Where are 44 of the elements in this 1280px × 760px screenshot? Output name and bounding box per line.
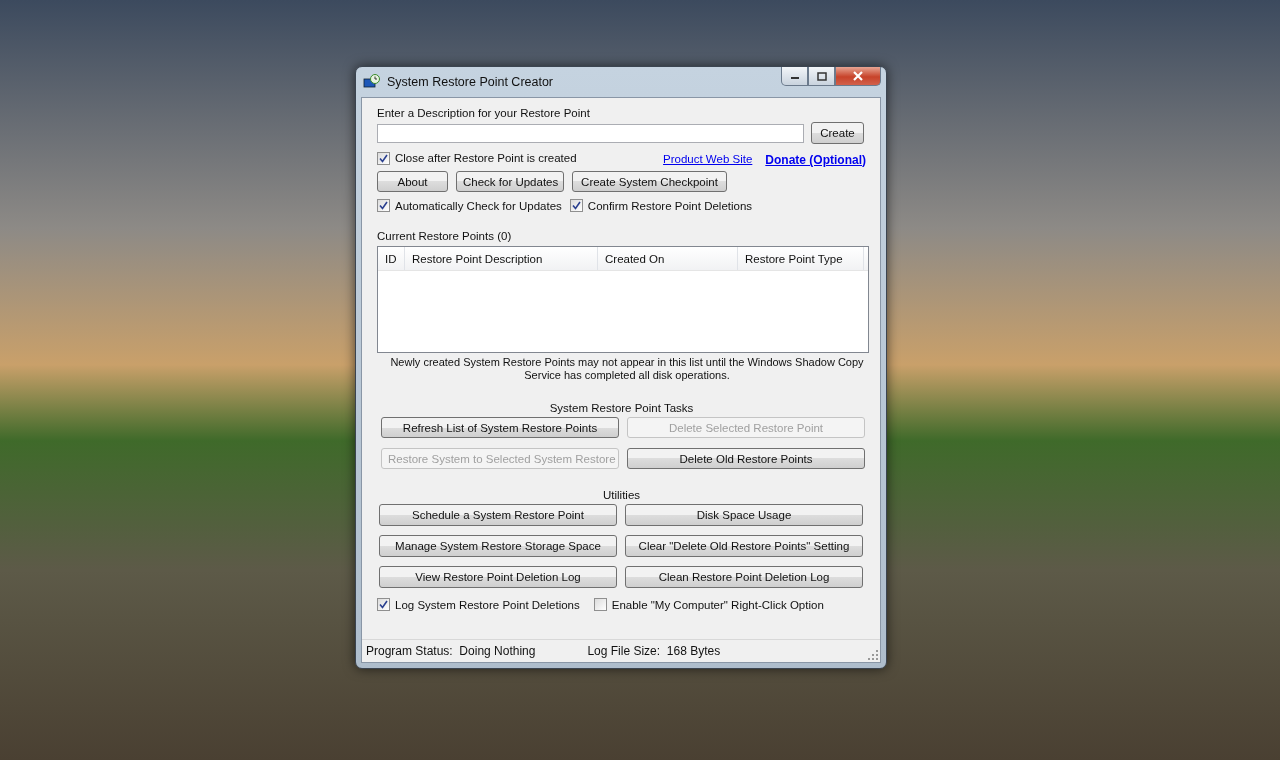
maximize-icon [816, 71, 827, 81]
checkmark-icon [379, 201, 388, 210]
action-button[interactable]: Create System Checkpoint [572, 171, 727, 192]
link[interactable]: Donate (Optional) [765, 152, 866, 167]
checkbox-option[interactable]: Close after Restore Point is created [377, 151, 577, 165]
utility-button[interactable]: Clear "Delete Old Restore Points" Setting [625, 535, 863, 557]
close-button[interactable] [835, 67, 881, 86]
window-title: System Restore Point Creator [387, 75, 554, 89]
checkbox-option[interactable]: Confirm Restore Point Deletions [569, 199, 753, 212]
action-button[interactable]: Check for Updates [456, 171, 564, 192]
create-button[interactable]: Create [811, 122, 864, 144]
task-button[interactable]: Refresh List of System Restore Points [381, 417, 619, 438]
section-title: Utilities [602, 489, 641, 501]
program-status: Program Status: Doing Nothing [366, 644, 536, 658]
column-header[interactable]: Restore Point Description [405, 247, 598, 270]
task-button[interactable]: Delete Old Restore Points [627, 448, 865, 469]
column-header[interactable]: ID [378, 247, 405, 270]
utility-button[interactable]: Schedule a System Restore Point [379, 504, 617, 526]
checkmark-icon [379, 153, 388, 163]
restore-points-label: Current Restore Points (0) [377, 229, 512, 243]
close-icon [852, 71, 864, 81]
column-header[interactable]: Created On [598, 247, 738, 270]
checkmark-icon [571, 201, 581, 210]
monitor-clock-icon [363, 74, 381, 90]
utility-button[interactable]: Disk Space Usage [625, 504, 863, 526]
description-input-field[interactable] [377, 123, 804, 143]
maximize-button[interactable] [808, 67, 835, 86]
utility-button[interactable]: Clean Restore Point Deletion Log [625, 566, 863, 588]
utility-button[interactable]: Manage System Restore Storage Space [379, 535, 617, 557]
section-title: System Restore Point Tasks [549, 402, 694, 414]
column-header[interactable]: Restore Point Type [738, 247, 864, 270]
checkmark-icon [379, 600, 388, 609]
description-label: Enter a Description for your Restore Point [377, 106, 590, 120]
log-file-size: Log File Size: 168 Bytes [587, 644, 721, 658]
restore-points-list[interactable]: ID Restore Point Description Created On Restore Point Type [377, 246, 869, 353]
info-note: Newly created System Restore Points may not appear in this list until the Windows Shadow Copy Service has completed all disk operations. [389, 356, 865, 382]
link[interactable]: Product Web Site [663, 152, 753, 167]
checkbox-option[interactable]: Log System Restore Point Deletions [377, 598, 580, 611]
checkbox-option[interactable]: Enable "My Computer" Right-Click Option [593, 598, 824, 611]
resize-grip-icon[interactable] [868, 650, 878, 660]
action-button[interactable]: About [377, 171, 448, 192]
minimize-button[interactable] [781, 67, 808, 86]
utility-button[interactable]: View Restore Point Deletion Log [379, 566, 617, 588]
checkbox-option[interactable]: Automatically Check for Updates [377, 199, 562, 212]
